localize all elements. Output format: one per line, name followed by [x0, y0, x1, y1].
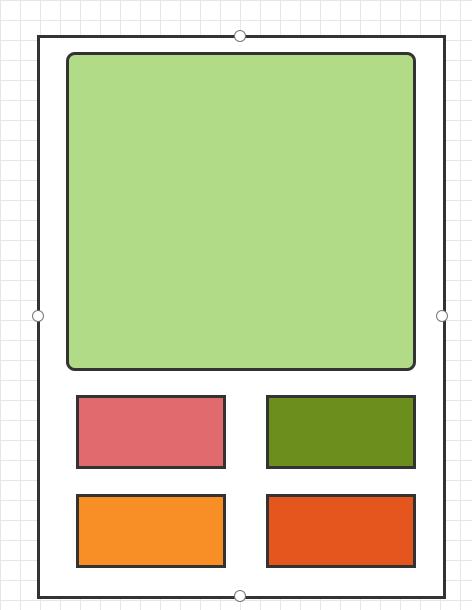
tile-top-right[interactable] — [266, 395, 416, 469]
tile-bottom-right[interactable] — [266, 494, 416, 568]
resize-handle-right[interactable] — [436, 310, 448, 322]
diagram-canvas[interactable] — [0, 0, 472, 610]
resize-handle-left[interactable] — [32, 310, 44, 322]
tile-bottom-left[interactable] — [76, 494, 226, 568]
resize-handle-bottom[interactable] — [234, 590, 246, 602]
resize-handle-top[interactable] — [234, 30, 246, 42]
main-panel[interactable] — [66, 52, 416, 371]
tile-top-left[interactable] — [76, 395, 226, 469]
